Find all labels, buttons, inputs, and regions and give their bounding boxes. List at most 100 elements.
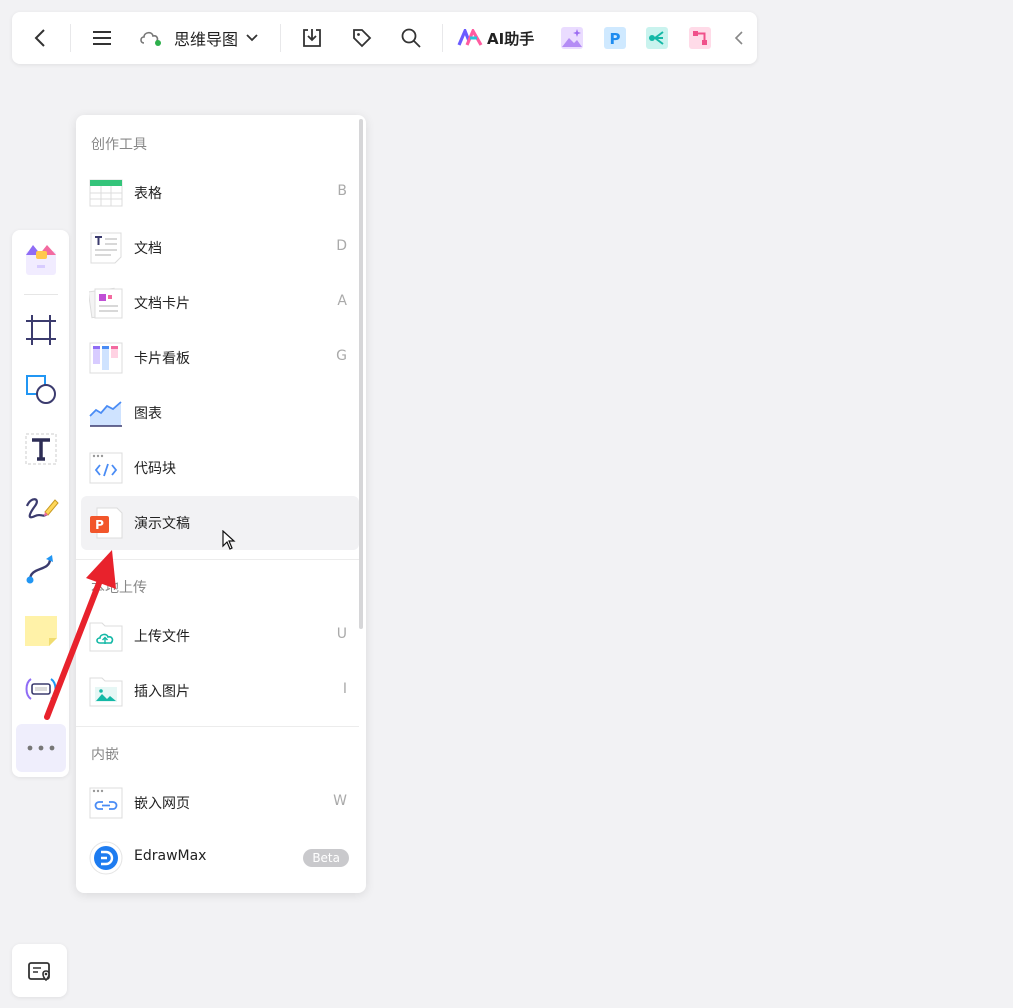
download-icon: [303, 29, 321, 47]
toolbar-divider: [280, 24, 281, 52]
left-toolbar: [12, 230, 69, 777]
menu-item-embed-webpage[interactable]: 嵌入网页 W: [81, 776, 359, 830]
menu-item-label: 卡片看板: [134, 351, 190, 367]
upload-file-icon: [89, 622, 123, 652]
frame-icon: [25, 315, 56, 345]
document-title-dropdown[interactable]: 思维导图: [138, 12, 268, 64]
menu-item-label: 嵌入网页: [134, 796, 190, 812]
shortcut-key: B: [337, 183, 347, 199]
chart-icon: [89, 401, 122, 427]
connector-icon: [26, 555, 53, 584]
shape-icon: [25, 375, 56, 404]
shortcut-key: I: [342, 681, 347, 697]
ai-assistant-label: AI助手: [487, 29, 535, 48]
template-tool[interactable]: [12, 234, 69, 284]
more-tools-button[interactable]: [16, 724, 66, 772]
flowchart-icon: [689, 27, 711, 49]
collapse-toolbar-button[interactable]: [730, 12, 748, 64]
menu-item-label: 代码块: [134, 461, 176, 477]
menu-item-label: 演示文稿: [134, 516, 190, 532]
more-icon: [27, 745, 55, 751]
code-icon: [89, 452, 123, 484]
mindmap-app-button[interactable]: [643, 12, 671, 64]
ai-image-icon: [561, 27, 583, 49]
image-gen-button[interactable]: [558, 12, 586, 64]
flowchart-app-button[interactable]: [686, 12, 714, 64]
shortcut-key: U: [336, 626, 347, 642]
menu-item-label: 图表: [134, 406, 162, 422]
mindmap-icon: [646, 27, 668, 49]
connector-tool[interactable]: [12, 544, 69, 594]
section-title-local-upload: 本地上传: [91, 580, 147, 596]
section-divider: [76, 559, 359, 560]
svg-text:P: P: [95, 518, 104, 532]
mindmap-node-icon: [25, 678, 56, 700]
chevron-left-icon: [34, 29, 45, 47]
tag-icon: [353, 29, 372, 48]
menu-button[interactable]: [88, 12, 116, 64]
table-icon: [89, 179, 123, 207]
menu-item-label: 上传文件: [134, 629, 190, 645]
menu-item-document[interactable]: 文档 D: [81, 221, 359, 275]
document-title: 思维导图: [174, 30, 239, 49]
menu-item-doc-card[interactable]: 文档卡片 A: [81, 276, 359, 330]
template-icon: [25, 245, 56, 275]
tool-divider: [24, 294, 58, 295]
search-icon: [401, 28, 421, 48]
pen-icon: [25, 498, 59, 519]
menu-item-label: 文档卡片: [134, 296, 190, 312]
section-divider: [76, 726, 359, 727]
shortcut-key: W: [333, 793, 347, 809]
chevron-down-icon: [246, 34, 258, 42]
document-icon: [90, 232, 122, 264]
section-title-creation-tools: 创作工具: [91, 137, 147, 153]
back-button[interactable]: [26, 12, 54, 64]
presentation-icon: P: [90, 507, 123, 539]
menu-item-table[interactable]: 表格 B: [81, 166, 359, 220]
search-button[interactable]: [397, 12, 425, 64]
shortcut-key: A: [337, 293, 347, 309]
tag-button[interactable]: [348, 12, 376, 64]
shape-tool[interactable]: [12, 364, 69, 414]
menu-item-upload-file[interactable]: 上传文件 U: [81, 609, 359, 663]
frame-tool[interactable]: [12, 305, 69, 355]
sticky-note-icon: [24, 616, 57, 646]
hamburger-icon: [93, 31, 111, 45]
cloud-synced-icon: [140, 31, 161, 46]
menu-item-chart[interactable]: 图表: [81, 386, 359, 440]
menu-item-label: EdrawMax: [134, 848, 207, 864]
shortcut-key: G: [336, 348, 347, 364]
download-button[interactable]: [298, 12, 326, 64]
ai-logo-icon: [457, 29, 483, 46]
toolbar-divider: [442, 24, 443, 52]
menu-item-insert-image[interactable]: 插入图片 I: [81, 664, 359, 718]
sticky-note-tool[interactable]: [12, 605, 69, 655]
chevron-left-icon: [734, 31, 743, 45]
top-toolbar: 思维导图 AI助手 P: [12, 12, 757, 64]
shortcut-key: D: [336, 238, 347, 254]
insert-menu-panel: 创作工具 表格 B 文档 D 文档卡片 A 卡片看板 G 图表 代码块 P 演示…: [76, 115, 366, 893]
p-app-button[interactable]: P: [601, 12, 629, 64]
svg-text:P: P: [610, 30, 621, 48]
mouse-cursor-icon: [222, 530, 236, 550]
link-icon: [89, 787, 123, 819]
toolbar-divider: [70, 24, 71, 52]
minimap-button[interactable]: [12, 944, 67, 997]
menu-item-kanban[interactable]: 卡片看板 G: [81, 331, 359, 385]
doc-card-icon: [89, 287, 123, 319]
menu-item-code-block[interactable]: 代码块: [81, 441, 359, 495]
menu-item-presentation[interactable]: P 演示文稿: [81, 496, 359, 550]
pen-tool[interactable]: [12, 484, 69, 534]
mindmap-tool[interactable]: [12, 664, 69, 714]
ai-assistant-button[interactable]: AI助手: [457, 12, 547, 64]
menu-item-edrawmax[interactable]: EdrawMax Beta: [81, 831, 359, 885]
text-tool[interactable]: [12, 424, 69, 474]
menu-item-label: 插入图片: [134, 684, 190, 700]
panel-scrollbar[interactable]: [359, 119, 363, 629]
p-app-icon: P: [604, 27, 626, 49]
menu-item-label: 表格: [134, 186, 162, 202]
text-icon: [25, 433, 56, 465]
map-location-icon: [27, 961, 50, 981]
kanban-icon: [89, 342, 123, 374]
section-title-embed: 内嵌: [91, 747, 119, 763]
